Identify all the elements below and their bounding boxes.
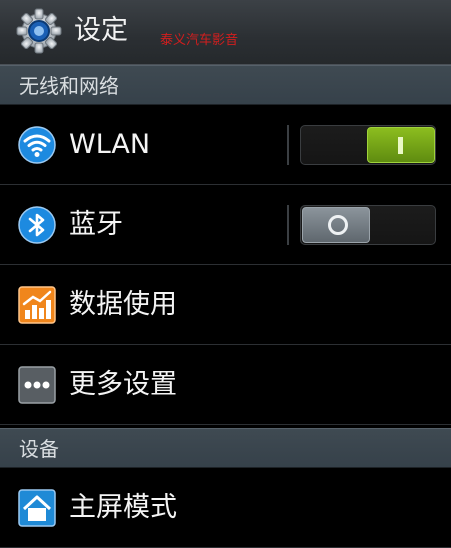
data-usage-label: 数据使用 — [69, 289, 177, 320]
settings-item-data-usage[interactable]: 数据使用 — [0, 265, 451, 345]
settings-item-home-screen[interactable]: 主屏模式 — [0, 468, 451, 548]
toggle-knob — [367, 127, 435, 163]
row-divider — [287, 125, 289, 165]
settings-item-bluetooth[interactable]: 蓝牙 — [0, 185, 451, 265]
home-icon — [18, 489, 56, 527]
bluetooth-toggle[interactable] — [300, 205, 436, 245]
section-header-device: 设备 — [0, 428, 451, 468]
more-label: 更多设置 — [69, 369, 177, 400]
toggle-knob — [302, 207, 370, 243]
section-label: 设备 — [19, 437, 59, 461]
section-header-wireless: 无线和网络 — [0, 65, 451, 105]
bluetooth-label: 蓝牙 — [69, 209, 123, 240]
watermark-text: 泰义汽车影音 — [160, 33, 239, 48]
wlan-label: WLAN — [69, 129, 151, 160]
settings-item-wlan[interactable]: WLAN — [0, 105, 451, 185]
section-label: 无线和网络 — [19, 74, 119, 98]
settings-gear-icon — [16, 8, 62, 54]
toggle-off-mark — [328, 215, 348, 235]
settings-item-more[interactable]: 更多设置 — [0, 345, 451, 425]
row-divider — [287, 205, 289, 245]
bluetooth-icon — [18, 206, 56, 244]
more-icon — [18, 366, 56, 404]
wifi-icon — [18, 126, 56, 164]
title-bar: 设定 泰义汽车影音 — [0, 0, 451, 65]
page-title: 设定 — [74, 15, 128, 46]
data-usage-icon — [18, 286, 56, 324]
wlan-toggle[interactable] — [300, 125, 436, 165]
toggle-on-mark — [398, 137, 403, 154]
home-screen-label: 主屏模式 — [69, 492, 177, 523]
